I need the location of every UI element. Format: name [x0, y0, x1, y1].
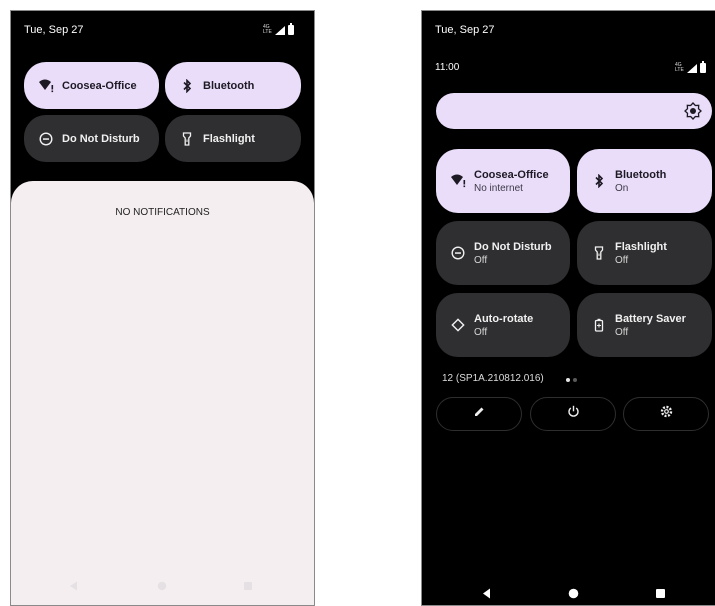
tile-dnd-label: Do Not Disturb [474, 240, 552, 253]
nav-home-button[interactable] [568, 588, 579, 599]
nav-back-button[interactable] [482, 588, 491, 599]
tile-do-not-disturb[interactable]: Do Not Disturb [24, 115, 159, 162]
nav-home-button[interactable] [157, 581, 167, 591]
tile-bluetooth-label: Bluetooth [615, 168, 667, 181]
nav-back-button[interactable] [69, 581, 78, 591]
tile-bluetooth-state: On [615, 182, 629, 194]
tile-flashlight-label: Flashlight [203, 132, 255, 145]
tile-wifi[interactable]: Coosea-Office [24, 62, 159, 109]
settings-icon [660, 405, 673, 423]
do-not-disturb-icon [38, 131, 54, 147]
status-date: Tue, Sep 27 [435, 24, 495, 36]
flashlight-icon [591, 245, 607, 261]
edit-button[interactable] [436, 397, 522, 431]
phone-right-quick-settings-expanded: Tue, Sep 27 11:00 4G LTE Coosea-Office No… [421, 10, 715, 606]
status-icons: 4G LTE [675, 61, 706, 73]
tile-battery-saver-label: Battery Saver [615, 312, 686, 325]
bluetooth-icon [179, 78, 195, 94]
settings-button[interactable] [623, 397, 709, 431]
edit-icon [473, 405, 485, 423]
signal-icon [274, 25, 285, 35]
signal-icon [686, 63, 697, 73]
page-dot [573, 378, 577, 382]
tile-flashlight-label: Flashlight [615, 240, 667, 253]
tile-battery-saver[interactable]: Battery Saver Off [577, 293, 712, 357]
wifi-no-internet-icon [38, 78, 54, 94]
wifi-no-internet-icon [450, 173, 466, 189]
tile-bluetooth-label: Bluetooth [203, 79, 255, 92]
nav-recents-button[interactable] [243, 581, 253, 591]
brightness-icon [684, 102, 702, 125]
tile-flashlight-state: Off [615, 254, 629, 266]
notification-panel: NO NOTIFICATIONS [11, 181, 314, 605]
tile-flashlight[interactable]: Flashlight [165, 115, 301, 162]
battery-icon [287, 23, 294, 35]
page-indicator [566, 378, 577, 382]
tile-auto-rotate-state: Off [474, 326, 488, 338]
battery-icon [699, 61, 706, 73]
do-not-disturb-icon [450, 245, 466, 261]
power-button[interactable] [530, 397, 616, 431]
tile-do-not-disturb[interactable]: Do Not Disturb Off [436, 221, 570, 285]
tile-bluetooth[interactable]: Bluetooth [165, 62, 301, 109]
tile-bluetooth[interactable]: Bluetooth On [577, 149, 712, 213]
tile-wifi[interactable]: Coosea-Office No internet [436, 149, 570, 213]
tile-auto-rotate-label: Auto-rotate [474, 312, 534, 325]
power-icon [567, 405, 580, 423]
status-date: Tue, Sep 27 [24, 24, 84, 36]
tile-dnd-label: Do Not Disturb [62, 132, 140, 145]
lte-icon: 4G LTE [263, 24, 272, 35]
status-time: 11:00 [435, 62, 460, 73]
brightness-slider[interactable] [436, 93, 712, 129]
no-notifications-text: NO NOTIFICATIONS [115, 207, 210, 218]
page-dot-active [566, 378, 570, 382]
battery-saver-icon [591, 317, 607, 333]
nav-recents-button[interactable] [655, 588, 666, 599]
status-icons: 4G LTE [263, 23, 294, 35]
tile-auto-rotate[interactable]: Auto-rotate Off [436, 293, 570, 357]
auto-rotate-icon [450, 317, 466, 333]
tile-battery-saver-state: Off [615, 326, 629, 338]
build-number: 12 (SP1A.210812.016) [442, 373, 544, 384]
flashlight-icon [179, 131, 195, 147]
tile-wifi-label: Coosea-Office [62, 79, 137, 92]
tile-dnd-state: Off [474, 254, 488, 266]
tile-wifi-label: Coosea-Office [474, 168, 549, 181]
lte-icon: 4G LTE [675, 62, 684, 73]
tile-wifi-state: No internet [474, 182, 523, 194]
tile-flashlight[interactable]: Flashlight Off [577, 221, 712, 285]
bluetooth-icon [591, 173, 607, 189]
phone-left-quick-settings: Tue, Sep 27 4G LTE Coosea-Office Bluetoot… [10, 10, 315, 606]
